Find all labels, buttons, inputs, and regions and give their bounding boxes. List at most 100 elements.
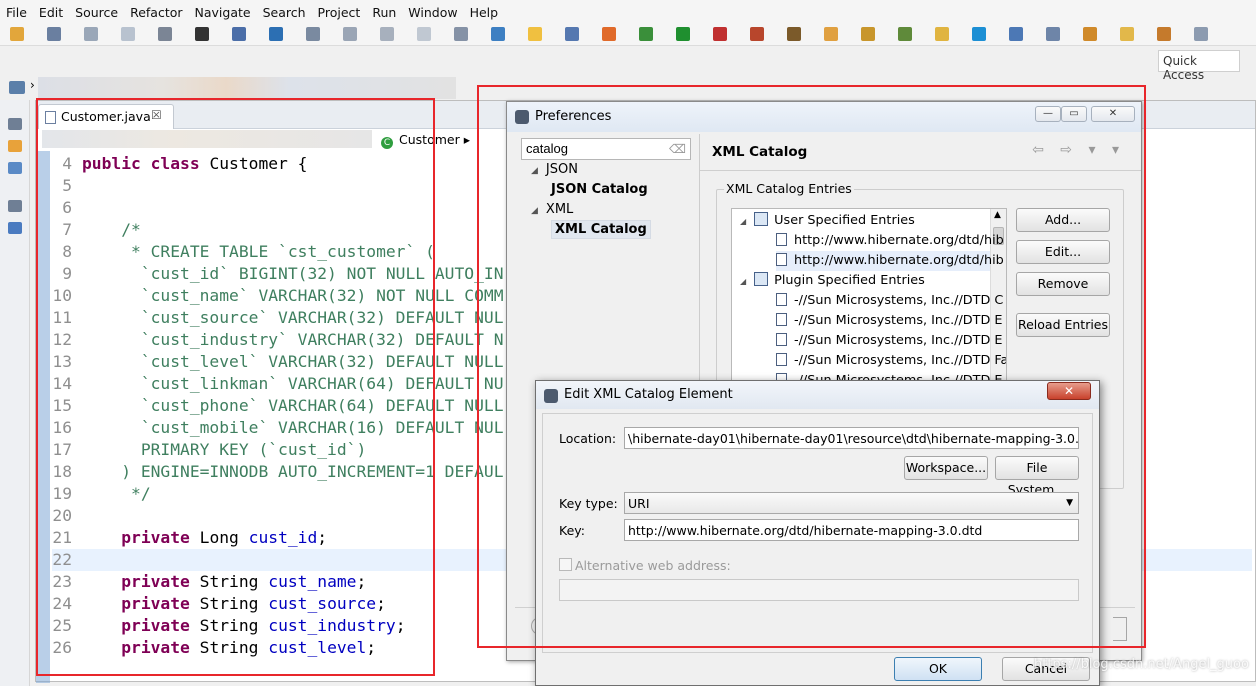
toolbar-button-icon[interactable] [639, 27, 653, 41]
menu-item-help[interactable]: Help [470, 5, 499, 20]
toolbar-button-icon[interactable] [528, 27, 542, 41]
expand-arrow-icon[interactable]: ◢ [740, 277, 746, 286]
remove-button[interactable]: Remove [1016, 272, 1110, 296]
catalog-entry-row[interactable]: http://www.hibernate.org/dtd/hib [776, 251, 1004, 271]
menu-item-source[interactable]: Source [75, 5, 118, 20]
menu-item-search[interactable]: Search [263, 5, 306, 20]
toolbar-button-icon[interactable] [1009, 27, 1023, 41]
toolbar-button-icon[interactable] [861, 27, 875, 41]
apply-button-edge[interactable] [1113, 617, 1127, 641]
toolbar-button-icon[interactable] [491, 27, 505, 41]
toolbar-button-icon[interactable] [232, 27, 246, 41]
toolbar-button-icon[interactable] [1194, 27, 1208, 41]
alternative-address-field[interactable] [559, 579, 1079, 601]
catalog-entry-row[interactable]: -//Sun Microsystems, Inc.//DTD C [776, 291, 1003, 311]
workspace-button[interactable]: Workspace... [904, 456, 988, 480]
scroll-up-icon[interactable]: ▲ [994, 210, 1001, 220]
toolbar-button-icon[interactable] [676, 27, 690, 41]
line-number: 8 [62, 242, 72, 261]
reload-entries-button[interactable]: Reload Entries [1016, 313, 1110, 337]
restore-icon[interactable] [8, 200, 22, 212]
toolbar-button-icon[interactable] [195, 27, 209, 41]
quick-access-field[interactable]: Quick Access [1158, 50, 1240, 82]
menu-item-file[interactable]: File [6, 5, 27, 20]
filter-input[interactable]: catalog ⌫ [521, 138, 691, 160]
keyword-token: private [82, 638, 200, 657]
close-button[interactable]: ✕ [1047, 382, 1091, 400]
toolbar-button-icon[interactable] [1120, 27, 1134, 41]
toolbar-button-icon[interactable] [1157, 27, 1171, 41]
expand-arrow-icon[interactable]: ◢ [531, 206, 538, 216]
tree-item-json-catalog[interactable]: JSON Catalog [551, 182, 648, 197]
toolbar-button-icon[interactable] [898, 27, 912, 41]
menu-item-refactor[interactable]: Refactor [130, 5, 182, 20]
key-type-select[interactable]: URI ▼ [624, 492, 1079, 514]
menu-item-project[interactable]: Project [318, 5, 361, 20]
add-button[interactable]: Add... [1016, 208, 1110, 232]
toolbar-button-icon[interactable] [380, 27, 394, 41]
field-token: cust_id [248, 528, 318, 547]
toolbar-button-icon[interactable] [750, 27, 764, 41]
toolbar-button-icon[interactable] [10, 27, 24, 41]
toolbar-button-icon[interactable] [1046, 27, 1060, 41]
alternative-address-checkbox[interactable] [559, 558, 572, 571]
catalog-entries-tree[interactable]: ▲ ◢ User Specified Entries http://www.hibe… [731, 208, 1007, 388]
menu-item-navigate[interactable]: Navigate [195, 5, 251, 20]
menu-item-window[interactable]: Window [408, 5, 457, 20]
key-field[interactable]: http://www.hibernate.org/dtd/hibernate-m… [624, 519, 1079, 541]
close-button[interactable]: ✕ [1091, 106, 1135, 122]
file-system-button[interactable]: File System... [995, 456, 1079, 497]
toolbar-button-icon[interactable] [306, 27, 320, 41]
edit-button[interactable]: Edit... [1016, 240, 1110, 264]
type-hierarchy-icon[interactable] [8, 162, 22, 174]
close-icon[interactable]: ☒ [151, 108, 162, 122]
toolbar-button-icon[interactable] [269, 27, 283, 41]
catalog-entry-row[interactable]: http://www.hibernate.org/dtd/hib [776, 231, 1004, 251]
toolbar-button-icon[interactable] [935, 27, 949, 41]
outline-icon[interactable] [8, 222, 22, 234]
toolbar-button-icon[interactable] [47, 27, 61, 41]
tree-item-json[interactable]: ◢ JSON [531, 162, 578, 177]
maximize-button[interactable]: ▭ [1061, 106, 1087, 122]
toolbar-button-icon[interactable] [824, 27, 838, 41]
catalog-entry-row[interactable]: -//Sun Microsystems, Inc.//DTD E [776, 331, 1002, 351]
location-field[interactable]: \hibernate-day01\hibernate-day01\resourc… [624, 427, 1079, 449]
menu-item-run[interactable]: Run [372, 5, 396, 20]
catalog-category-row[interactable]: ◢ User Specified Entries [740, 211, 990, 231]
minimize-button[interactable]: — [1035, 106, 1061, 122]
tree-item-xml-catalog[interactable]: XML Catalog [551, 220, 651, 239]
menu-item-edit[interactable]: Edit [39, 5, 63, 20]
tab-customer-java[interactable]: Customer.java ☒ [38, 104, 174, 129]
perspective-icon[interactable] [9, 81, 25, 94]
toolbar-button-icon[interactable] [343, 27, 357, 41]
toolbar-button-icon[interactable] [1083, 27, 1097, 41]
catalog-category-row[interactable]: ◢ Plugin Specified Entries [740, 271, 990, 291]
toolbar-button-icon[interactable] [417, 27, 431, 41]
toolbar-button-icon[interactable] [84, 27, 98, 41]
line-number: 7 [62, 220, 72, 239]
tree-item-xml[interactable]: ◢ XML [531, 202, 573, 217]
toolbar-button-icon[interactable] [787, 27, 801, 41]
expand-arrow-icon[interactable]: ◢ [740, 217, 746, 226]
breadcrumb-class[interactable]: C Customer ▸ [381, 132, 470, 149]
toolbar-button-icon[interactable] [121, 27, 135, 41]
toolbar-button-icon[interactable] [454, 27, 468, 41]
catalog-entry-row[interactable]: -//Sun Microsystems, Inc.//DTD Fa [776, 351, 1006, 371]
comment-token: */ [82, 484, 151, 503]
toolbar-button-icon[interactable] [158, 27, 172, 41]
toolbar-button-icon[interactable] [713, 27, 727, 41]
history-arrows[interactable]: ⇦ ⇨ ▾ ▾ [1032, 142, 1125, 158]
restore-icon[interactable] [8, 118, 22, 130]
watermark: https://blog.csdn.net/Angel_guoo [1034, 657, 1249, 672]
class-icon: C [381, 137, 393, 149]
clear-icon[interactable]: ⌫ [669, 142, 686, 156]
ok-button[interactable]: OK [894, 657, 982, 681]
catalog-entry-row[interactable]: -//Sun Microsystems, Inc.//DTD E [776, 311, 1002, 331]
toolbar-button-icon[interactable] [602, 27, 616, 41]
entry-label: http://www.hibernate.org/dtd/hib [794, 253, 1004, 268]
toolbar-button-icon[interactable] [972, 27, 986, 41]
toolbar-button-icon[interactable] [565, 27, 579, 41]
line-number: 14 [52, 374, 72, 393]
expand-arrow-icon[interactable]: ◢ [531, 166, 538, 176]
package-explorer-icon[interactable] [8, 140, 22, 152]
